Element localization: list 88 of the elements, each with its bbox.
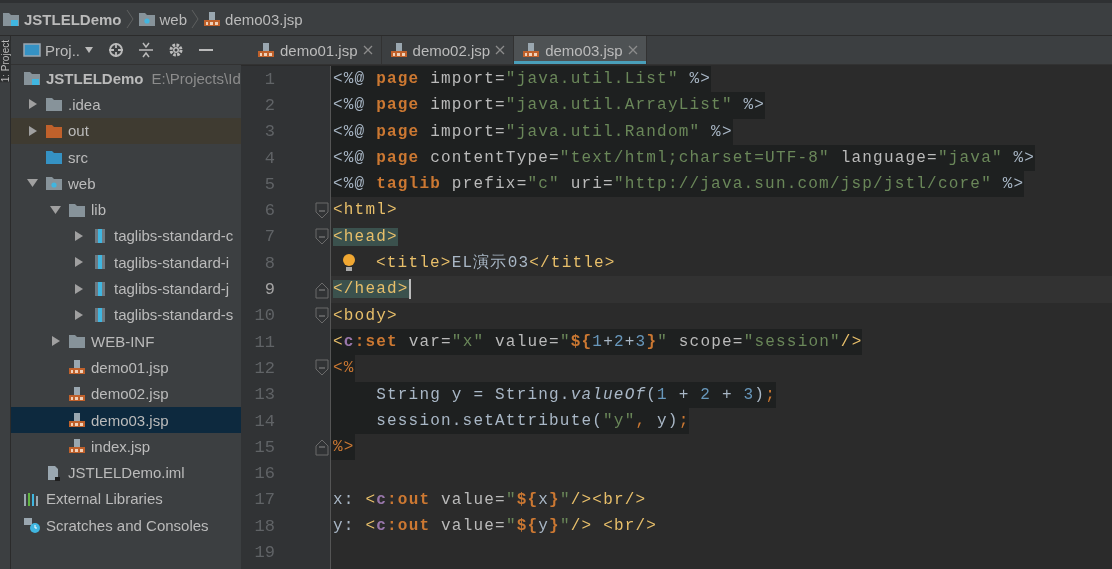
breadcrumb-item[interactable]: demo03.jsp: [203, 10, 303, 28]
tree-item-label: taglibs-standard-c: [114, 227, 234, 245]
jsp-file-icon: [68, 385, 86, 402]
tree-item-label: lib: [91, 201, 106, 219]
tree-item[interactable]: JSTLELDemo.iml: [11, 459, 241, 486]
line-number: 9: [263, 280, 275, 299]
fold-marker-icon[interactable]: [315, 227, 329, 246]
folder-icon: [68, 201, 86, 218]
tree-item-label: JSTLELDemo.iml: [68, 464, 185, 482]
fold-marker-icon[interactable]: [315, 438, 329, 457]
tree-item-label: index.jsp: [91, 437, 151, 455]
folder-icon: [45, 96, 63, 113]
fold-marker-icon[interactable]: [315, 280, 329, 299]
view-selector[interactable]: Proj..: [23, 41, 94, 59]
tree-item-label: taglibs-standard-s: [114, 306, 234, 324]
jsp-file-icon: [68, 438, 86, 455]
tree-item[interactable]: demo01.jsp: [11, 354, 241, 381]
chevron-icon: [191, 9, 200, 29]
code-line: <html>: [332, 200, 398, 222]
jsp-file-icon: [68, 359, 86, 376]
breadcrumb-item[interactable]: web: [137, 10, 188, 28]
dropdown-caret-icon: [84, 46, 94, 54]
fold-marker-icon[interactable]: [315, 359, 329, 378]
editor-tab[interactable]: demo01.jsp: [249, 36, 382, 64]
project-path: E:\Projects\Id: [151, 69, 241, 87]
tree-item[interactable]: index.jsp: [11, 433, 241, 460]
tree-item[interactable]: demo03.jsp: [11, 406, 241, 434]
tree-item[interactable]: src: [11, 143, 241, 171]
tree-item[interactable]: taglibs-standard-c: [11, 222, 241, 250]
tree-item[interactable]: taglibs-standard-i: [11, 249, 241, 276]
code-line: <title>EL演示03</title>: [375, 252, 616, 275]
text-caret: [408, 279, 411, 300]
module-file-icon: [45, 464, 63, 481]
tree-item[interactable]: External Libraries: [11, 485, 241, 513]
jsp-file-icon: [389, 42, 408, 58]
window-icon: [23, 42, 41, 58]
lightbulb-icon[interactable]: [342, 253, 356, 274]
library-bars-icon: [23, 490, 41, 507]
tree-item-label: demo02.jsp: [91, 385, 169, 403]
scratch-clock-icon: [23, 517, 41, 534]
project-tool-tab[interactable]: 1: Project: [0, 40, 11, 83]
tree-item[interactable]: Scratches and Consoles: [11, 512, 241, 539]
project-folder-icon: [2, 11, 20, 27]
breadcrumb-item[interactable]: JSTLELDemo: [2, 10, 122, 28]
tree-item-label: Scratches and Consoles: [46, 516, 209, 534]
code-line: x: <c:out value="${x}"/><br/>: [332, 489, 647, 511]
editor-tab[interactable]: demo03.jsp: [514, 36, 647, 64]
tree-item[interactable]: WEB-INF: [11, 327, 241, 355]
tree-item-label: web: [68, 174, 96, 192]
fold-marker-icon[interactable]: [315, 201, 329, 220]
code-line: <body>: [332, 305, 398, 327]
tree-item[interactable]: lib: [11, 196, 241, 223]
jsp-file-icon: [203, 11, 222, 27]
code-line: y: <c:out value="${y}"/> <br/>: [332, 516, 658, 538]
jsp-file-icon: [522, 42, 541, 58]
tree-item-label: taglibs-standard-j: [114, 280, 230, 297]
tree-item-label: JSTLELDemo: [46, 69, 144, 87]
fold-marker-icon[interactable]: [315, 306, 329, 325]
tree-item[interactable]: demo02.jsp: [11, 380, 241, 407]
chevron-icon: [125, 9, 134, 29]
project-folder-icon: [23, 70, 41, 87]
web-folder-icon: [137, 11, 156, 27]
settings-icon[interactable]: [168, 42, 184, 58]
tree-item-label: demo03.jsp: [91, 411, 169, 429]
tree-item-label: .idea: [68, 95, 101, 113]
tree-item-label: demo01.jsp: [91, 358, 169, 376]
tree-item[interactable]: .idea: [11, 91, 241, 118]
tree-item-label: WEB-INF: [91, 332, 155, 350]
tree-item-label: src: [68, 148, 88, 166]
jsp-file-icon: [257, 42, 275, 58]
close-icon[interactable]: [627, 45, 638, 55]
folder-icon: [45, 149, 63, 166]
crosshair-icon[interactable]: [108, 42, 124, 58]
tree-item-label: out: [68, 122, 89, 140]
tree-item-label: External Libraries: [46, 490, 163, 508]
tree-item[interactable]: JSTLELDemo E:\Projects\Id: [11, 65, 241, 92]
collapse-all-icon[interactable]: [138, 42, 154, 58]
folder-icon: [45, 122, 63, 139]
tree-item[interactable]: taglibs-standard-s: [11, 301, 241, 328]
tree-item-label: taglibs-standard-i: [114, 253, 230, 271]
tree-item[interactable]: taglibs-standard-j: [11, 275, 241, 302]
close-icon[interactable]: [495, 45, 506, 55]
close-icon[interactable]: [362, 45, 373, 55]
tree-item[interactable]: web: [11, 170, 241, 197]
jsp-file-icon: [68, 412, 86, 428]
tree-item[interactable]: out: [11, 117, 241, 144]
web-folder-icon: [45, 175, 63, 192]
folder-icon: [68, 333, 86, 350]
